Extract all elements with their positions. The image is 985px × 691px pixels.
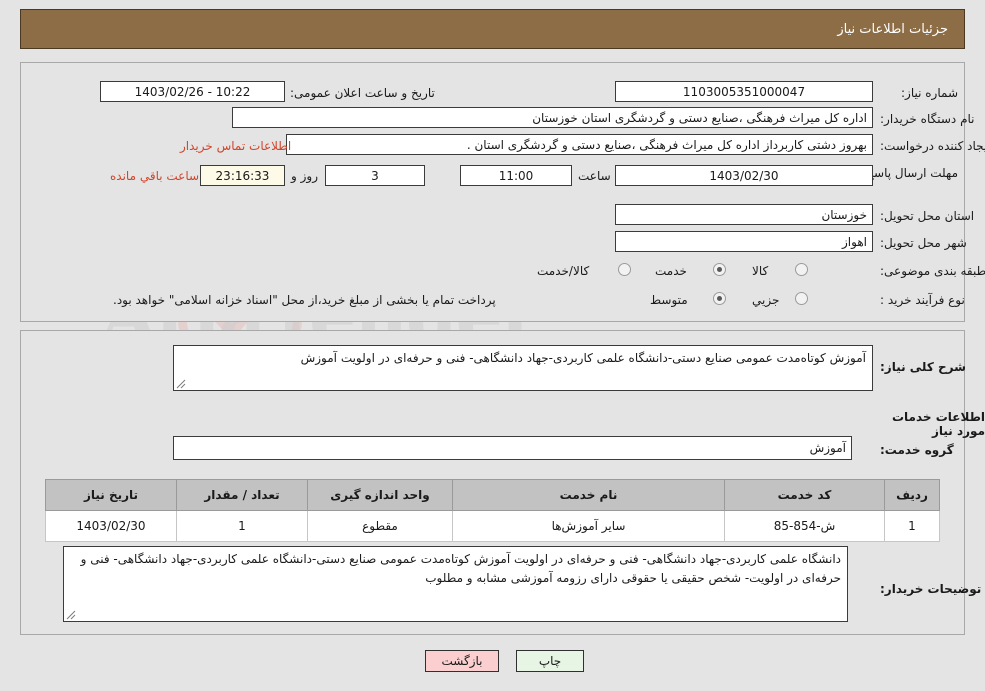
buyer-org-value: اداره کل میراث فرهنگی ،صنایع دستی و گردش… bbox=[232, 107, 873, 128]
payment-note: پرداخت تمام یا بخشی از مبلغ خرید،از محل … bbox=[113, 293, 496, 307]
deadline-time-label: ساعت bbox=[578, 169, 611, 183]
radio-category-kala-label: کالا bbox=[752, 264, 769, 278]
radio-process-jozii-label: جزیي bbox=[752, 293, 780, 307]
radio-process-jozii[interactable] bbox=[795, 292, 808, 305]
services-section-title: اطلاعات خدمات مورد نیاز bbox=[891, 410, 985, 438]
col-service-code: کد خدمت bbox=[724, 479, 885, 511]
process-label: نوع فرآیند خرید : bbox=[880, 293, 965, 307]
page-title: جزئیات اطلاعات نیاز bbox=[837, 21, 948, 37]
cell-need-date: 1403/02/30 bbox=[45, 510, 177, 542]
col-unit: واحد اندازه گیری bbox=[307, 479, 453, 511]
announce-datetime-value: 1403/02/26 - 10:22 bbox=[100, 81, 285, 102]
back-button[interactable]: بازگشت bbox=[425, 650, 499, 672]
col-service-name: نام خدمت bbox=[452, 479, 725, 511]
cell-unit: مقطوع bbox=[307, 510, 453, 542]
print-button[interactable]: چاپ bbox=[516, 650, 584, 672]
col-quantity: تعداد / مقدار bbox=[176, 479, 308, 511]
service-group-value[interactable]: آموزش bbox=[173, 436, 852, 460]
buyer-org-label: نام دستگاه خریدار: bbox=[880, 112, 975, 126]
cell-service-code: ش-854-85 bbox=[724, 510, 885, 542]
buyer-notes-label: توضیحات خریدار: bbox=[880, 582, 982, 596]
cell-service-name: سایر آموزش‌ها bbox=[452, 510, 725, 542]
province-value: خوزستان bbox=[615, 204, 873, 225]
service-group-label: گروه خدمت: bbox=[880, 443, 954, 457]
remaining-suffix-label: ساعت باقي مانده bbox=[110, 169, 200, 183]
announce-datetime-label: تاریخ و ساعت اعلان عمومی: bbox=[290, 86, 435, 100]
resize-grip-icon[interactable] bbox=[66, 610, 76, 620]
resize-grip-icon[interactable] bbox=[176, 379, 186, 389]
buyer-notes-value: دانشگاه علمی کاربردی-جهاد دانشگاهی- فنی … bbox=[80, 552, 841, 585]
radio-category-kala-khedmat-label: کالا/خدمت bbox=[537, 264, 590, 278]
need-number-value: 1103005351000047 bbox=[615, 81, 873, 102]
general-desc-value: آموزش کوتاه‌مدت عمومی صنایع دستی-دانشگاه… bbox=[300, 351, 866, 365]
col-row-no: ردیف bbox=[884, 479, 940, 511]
category-label: طبقه بندی موضوعی: bbox=[880, 264, 985, 278]
radio-category-kala[interactable] bbox=[795, 263, 808, 276]
province-label: استان محل تحویل: bbox=[880, 209, 975, 223]
page-title-bar: جزئیات اطلاعات نیاز bbox=[20, 9, 965, 49]
city-label: شهر محل تحویل: bbox=[880, 236, 967, 250]
city-value: اهواز bbox=[615, 231, 873, 252]
deadline-label: مهلت ارسال پاسخ: تا تاریخ: bbox=[819, 166, 958, 180]
deadline-time-value: 11:00 bbox=[460, 165, 572, 186]
radio-category-kala-khedmat[interactable] bbox=[618, 263, 631, 276]
days-label: روز و bbox=[291, 169, 318, 183]
table-row[interactable]: 1 ش-854-85 سایر آموزش‌ها مقطوع 1 1403/02… bbox=[45, 510, 940, 542]
general-desc-textarea[interactable]: آموزش کوتاه‌مدت عمومی صنایع دستی-دانشگاه… bbox=[173, 345, 873, 391]
table-header-row: ردیف کد خدمت نام خدمت واحد اندازه گیری ت… bbox=[45, 479, 940, 511]
cell-quantity: 1 bbox=[176, 510, 308, 542]
radio-process-motevaset[interactable] bbox=[713, 292, 726, 305]
buyer-contact-link[interactable]: اطلاعات تماس خریدار bbox=[180, 139, 291, 153]
services-table: ردیف کد خدمت نام خدمت واحد اندازه گیری ت… bbox=[45, 479, 940, 542]
countdown-value: 23:16:33 bbox=[200, 165, 285, 186]
need-number-label: شماره نیاز: bbox=[901, 86, 958, 100]
requester-label: ایجاد کننده درخواست: bbox=[880, 139, 985, 153]
days-remaining-value: 3 bbox=[325, 165, 425, 186]
requester-value: بهروز دشتی کاربرداز اداره کل میراث فرهنگ… bbox=[286, 134, 873, 155]
buyer-notes-textarea[interactable]: دانشگاه علمی کاربردی-جهاد دانشگاهی- فنی … bbox=[63, 546, 848, 622]
cell-row-no: 1 bbox=[884, 510, 940, 542]
col-need-date: تاریخ نیاز bbox=[45, 479, 177, 511]
radio-category-khedmat-label: خدمت bbox=[655, 264, 687, 278]
radio-process-motevaset-label: متوسط bbox=[650, 293, 688, 307]
radio-category-khedmat[interactable] bbox=[713, 263, 726, 276]
deadline-date-value: 1403/02/30 bbox=[615, 165, 873, 186]
general-desc-label: شرح کلی نیاز: bbox=[880, 360, 966, 374]
